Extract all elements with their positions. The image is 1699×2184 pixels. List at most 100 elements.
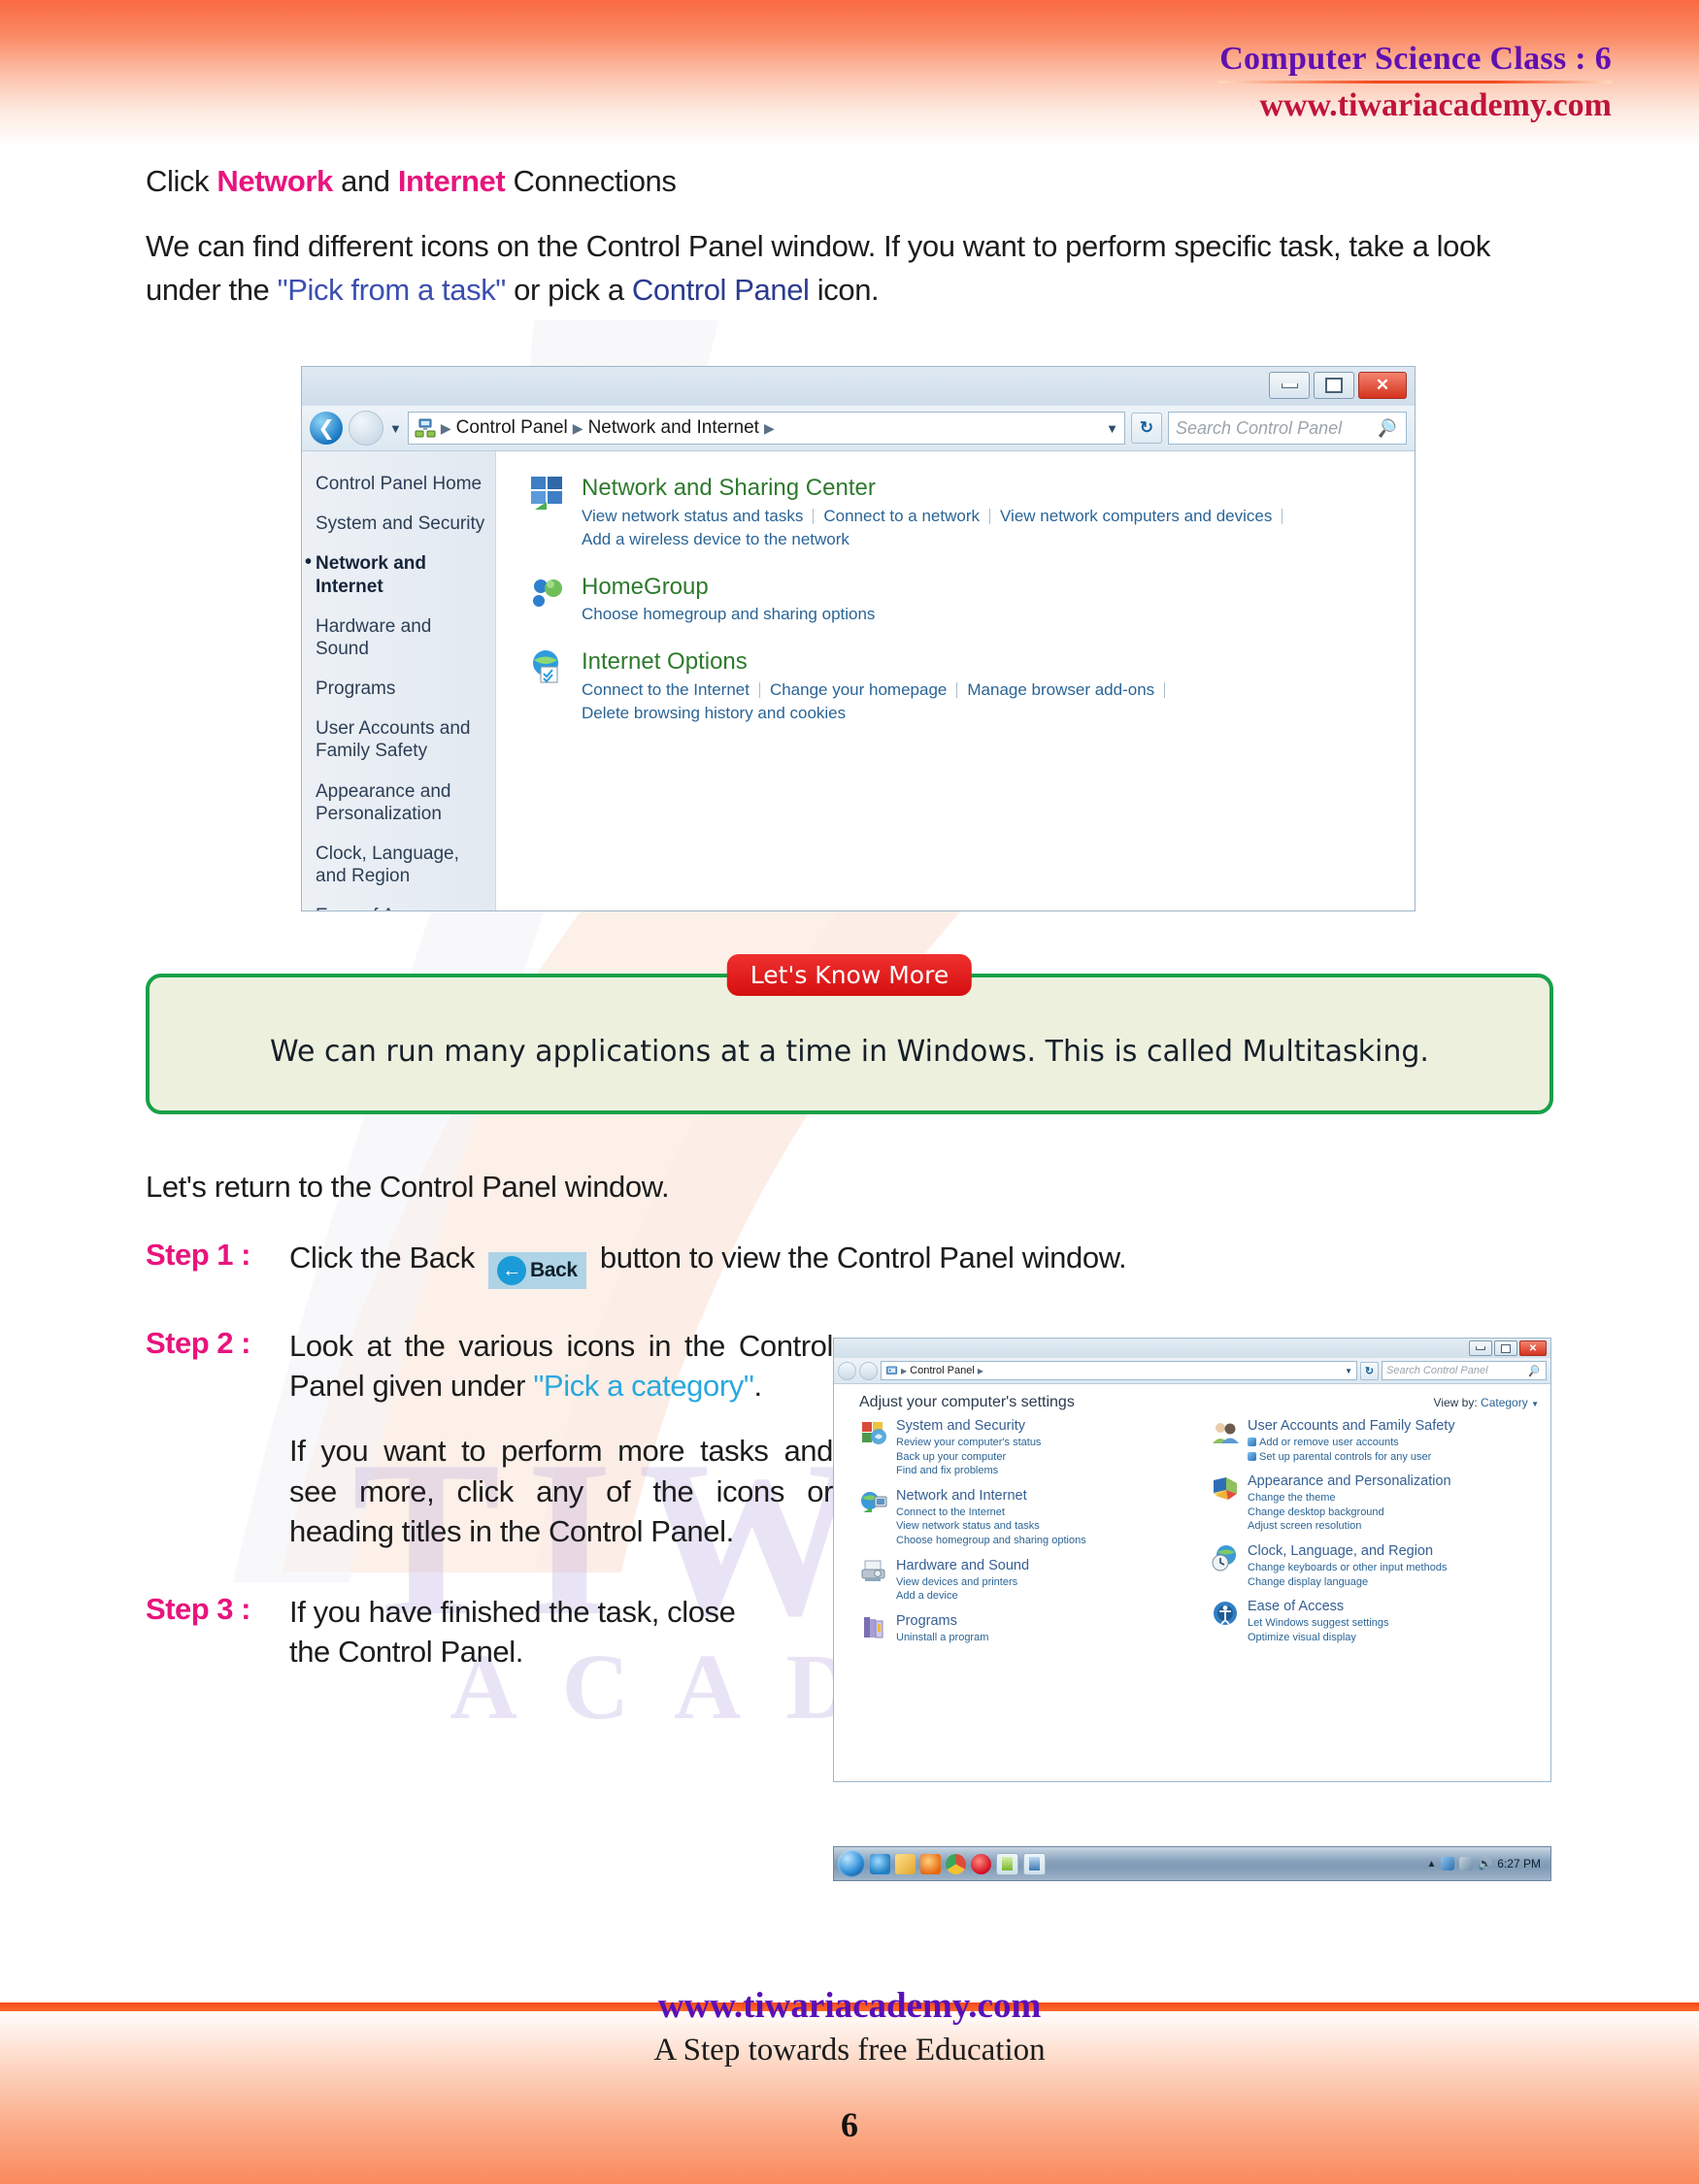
sidebar-item-user-accounts-and-family-safety[interactable]: User Accounts and Family Safety — [316, 717, 495, 762]
category-link[interactable]: Change display language — [1248, 1575, 1447, 1590]
search-control-panel-input-2[interactable]: Search Control Panel 🔍 — [1382, 1361, 1547, 1380]
network-tray-icon[interactable] — [1459, 1857, 1474, 1870]
address-bar[interactable]: ▶ Control Panel ▶ Network and Internet ▶… — [407, 412, 1125, 445]
clock-language-icon — [1211, 1544, 1240, 1572]
category-title[interactable]: User Accounts and Family Safety — [1248, 1418, 1455, 1435]
footer-site-link[interactable]: www.tiwariacademy.com — [0, 1985, 1699, 2027]
maximize-button[interactable] — [1314, 372, 1354, 399]
sidebar-item-system-and-security[interactable]: System and Security — [316, 513, 495, 535]
refresh-button[interactable]: ↻ — [1131, 413, 1162, 444]
sidebar-item-ease-of-access[interactable]: Ease of Access — [316, 905, 495, 910]
show-hidden-icons-chevron-icon[interactable]: ▲ — [1426, 1859, 1436, 1870]
category-title[interactable]: Ease of Access — [1248, 1599, 1389, 1615]
category-link[interactable]: Let Windows suggest settings — [1248, 1616, 1389, 1631]
window2-header-row: Adjust your computer's settings View by:… — [834, 1384, 1550, 1415]
intro-bold-internet: Internet — [397, 164, 506, 198]
category-title[interactable]: Hardware and Sound — [896, 1558, 1029, 1574]
intro-control-panel: Control Panel — [631, 272, 810, 307]
security-tray-icon[interactable] — [1441, 1857, 1455, 1870]
category-link[interactable]: Set up parental controls for any user — [1248, 1450, 1455, 1465]
sidebar-item-network-and-internet[interactable]: Network and Internet — [305, 550, 495, 597]
category-title[interactable]: Appearance and Personalization — [1248, 1473, 1451, 1490]
category-link[interactable]: View network status and tasks — [896, 1519, 1086, 1534]
minimize-button-2[interactable] — [1469, 1340, 1492, 1356]
sidebar-item-appearance-and-personalization[interactable]: Appearance and Personalization — [316, 780, 495, 825]
category-link[interactable]: Change your homepage — [770, 678, 956, 703]
category-link[interactable]: Back up your computer — [896, 1450, 1041, 1465]
category-link[interactable]: Optimize visual display — [1248, 1631, 1389, 1645]
category-link[interactable]: Connect to a network — [823, 505, 989, 529]
step-2-p1b: . — [753, 1369, 762, 1404]
category-link[interactable]: View network computers and devices — [1000, 505, 1282, 529]
sidebar-item-programs[interactable]: Programs — [316, 678, 495, 700]
refresh-button-2[interactable]: ↻ — [1360, 1361, 1379, 1380]
category-link[interactable]: Delete browsing history and cookies — [582, 702, 855, 726]
category-link[interactable]: Add or remove user accounts — [1248, 1436, 1455, 1450]
sidebar-item-clock-language-and-region[interactable]: Clock, Language, and Region — [316, 843, 495, 887]
internet-options-icon — [529, 648, 568, 685]
sidebar-item-hardware-and-sound[interactable]: Hardware and Sound — [316, 615, 495, 660]
category-link[interactable]: Choose homegroup and sharing options — [896, 1534, 1086, 1548]
category-title[interactable]: Clock, Language, and Region — [1248, 1543, 1447, 1560]
breadcrumb-item-control-panel-2[interactable]: Control Panel — [910, 1365, 975, 1376]
category-link[interactable]: Add a wireless device to the network — [582, 528, 859, 552]
back-navigation-icon[interactable]: ❮ — [310, 412, 343, 445]
view-by-control[interactable]: View by: Category ▼ — [1434, 1396, 1539, 1409]
breadcrumb-item-control-panel[interactable]: Control Panel — [456, 417, 568, 439]
windows-taskbar: ▲ 🔊 6:27 PM — [833, 1846, 1551, 1881]
forward-navigation-icon[interactable] — [349, 411, 383, 446]
word-icon[interactable] — [1023, 1852, 1046, 1875]
category-title[interactable]: System and Security — [896, 1418, 1041, 1435]
taskbar-clock[interactable]: 6:27 PM — [1497, 1857, 1541, 1870]
header-site-link[interactable]: www.tiwariacademy.com — [1219, 87, 1612, 124]
user-accounts-icon — [1211, 1419, 1240, 1446]
category-link[interactable]: Review your computer's status — [896, 1436, 1041, 1450]
sidebar-item-control-panel-home[interactable]: Control Panel Home — [316, 473, 495, 495]
back-button-graphic[interactable]: ← Back — [488, 1252, 586, 1289]
category-link[interactable]: Choose homegroup and sharing options — [582, 603, 884, 627]
maximize-button-2[interactable] — [1494, 1340, 1517, 1356]
chrome-icon[interactable] — [946, 1853, 966, 1874]
opera-icon[interactable] — [971, 1853, 991, 1874]
category-link[interactable]: Connect to the Internet — [896, 1506, 1086, 1520]
category-link[interactable]: Manage browser add-ons — [967, 678, 1164, 703]
explorer-icon[interactable] — [895, 1853, 916, 1874]
category-link[interactable]: Add a device — [896, 1589, 1029, 1604]
category-link[interactable]: Adjust screen resolution — [1248, 1519, 1451, 1534]
category-title[interactable]: Programs — [896, 1613, 988, 1630]
close-button-2[interactable]: ✕ — [1519, 1340, 1547, 1356]
breadcrumb-item-network-and-internet[interactable]: Network and Internet — [588, 417, 759, 439]
start-orb-icon[interactable] — [838, 1850, 865, 1877]
close-button[interactable]: ✕ — [1358, 372, 1407, 399]
notepad-icon[interactable] — [996, 1852, 1018, 1875]
category-link[interactable]: Find and fix problems — [896, 1464, 1041, 1478]
steps-lead-text: Let's return to the Control Panel window… — [146, 1170, 670, 1204]
address-dropdown-chevron-icon[interactable]: ▼ — [1106, 421, 1118, 436]
category-link[interactable]: View network status and tasks — [582, 505, 813, 529]
category-link[interactable]: View devices and printers — [896, 1575, 1029, 1590]
address-dropdown-chevron-icon-2[interactable]: ▼ — [1345, 1367, 1352, 1375]
category-text: Internet Options Connect to the Internet C… — [582, 648, 1415, 726]
firefox-icon[interactable] — [920, 1853, 941, 1874]
category-link[interactable]: Change desktop background — [1248, 1506, 1451, 1520]
back-navigation-icon-2[interactable] — [838, 1361, 856, 1380]
forward-navigation-icon-2[interactable] — [859, 1361, 878, 1380]
category-title[interactable]: Network and Sharing Center — [582, 475, 1415, 502]
callout-text: We can run many applications at a time i… — [270, 1034, 1429, 1069]
category-link[interactable]: Uninstall a program — [896, 1631, 988, 1645]
breadcrumb-separator-icon-5: ▶ — [977, 1366, 983, 1375]
internet-explorer-icon[interactable] — [870, 1853, 890, 1874]
category-text: Hardware and Sound View devices and print… — [896, 1558, 1029, 1604]
category-link[interactable]: Connect to the Internet — [582, 678, 759, 703]
category-link[interactable]: Change keyboards or other input methods — [1248, 1561, 1447, 1575]
category-title[interactable]: HomeGroup — [582, 574, 1415, 601]
intro-line-1: Click Network and Internet Connections — [146, 160, 1553, 204]
category-link[interactable]: Change the theme — [1248, 1491, 1451, 1506]
category-title[interactable]: Network and Internet — [896, 1488, 1086, 1505]
search-control-panel-input[interactable]: Search Control Panel 🔍 — [1168, 412, 1407, 445]
recent-pages-chevron-icon[interactable]: ▼ — [389, 421, 402, 436]
volume-tray-icon[interactable]: 🔊 — [1478, 1857, 1492, 1870]
minimize-button[interactable] — [1269, 372, 1310, 399]
address-bar-2[interactable]: ▶ Control Panel ▶ ▼ — [881, 1361, 1357, 1380]
category-title[interactable]: Internet Options — [582, 648, 1415, 676]
